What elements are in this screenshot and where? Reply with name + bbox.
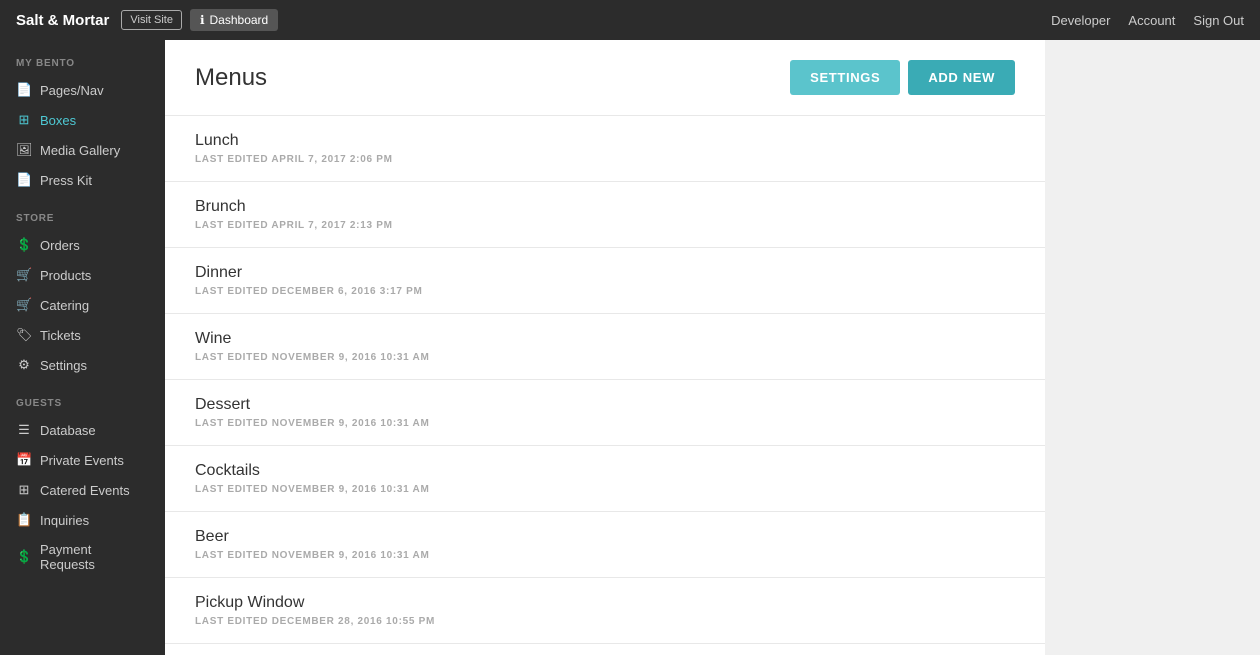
settings-icon: ⚙ [16,357,32,373]
section-label-my-bento: MY BENTO [0,40,165,75]
section-label-guests: GUESTS [0,380,165,415]
sidebar-label-boxes: Boxes [40,113,76,128]
menu-item[interactable]: Dinner LAST EDITED DECEMBER 6, 2016 3:17… [165,248,1045,314]
menu-item-date: LAST EDITED DECEMBER 6, 2016 3:17 PM [195,286,1015,297]
menu-item-name: Pickup Window [195,594,1015,612]
payment-requests-icon: 💲 [16,549,32,565]
sidebar-item-private-events[interactable]: 📅 Private Events [0,445,165,475]
private-events-icon: 📅 [16,452,32,468]
inquiries-icon: 📋 [16,512,32,528]
sidebar-label-catering: Catering [40,298,89,313]
page-icon: 📄 [16,82,32,98]
menu-item-name: Wine [195,330,1015,348]
boxes-icon: ⊞ [16,112,32,128]
sidebar-item-settings[interactable]: ⚙ Settings [0,350,165,380]
top-nav: Salt & Mortar Visit Site ℹ Dashboard Dev… [0,0,1260,40]
menu-item-name: Dinner [195,264,1015,282]
section-label-store: STORE [0,195,165,230]
sidebar-label-press-kit: Press Kit [40,173,92,188]
sidebar-item-catering[interactable]: 🛒 Catering [0,290,165,320]
sidebar-label-settings: Settings [40,358,87,373]
catering-icon: 🛒 [16,297,32,313]
add-new-button[interactable]: ADD NEW [908,60,1015,95]
brand-name: Salt & Mortar [16,12,109,29]
menu-item-date: LAST EDITED NOVEMBER 9, 2016 10:31 AM [195,550,1015,561]
menu-item-date: LAST EDITED APRIL 7, 2017 2:06 PM [195,154,1015,165]
menu-item-name: Cocktails [195,462,1015,480]
database-icon: ☰ [16,422,32,438]
menu-list: Lunch LAST EDITED APRIL 7, 2017 2:06 PM … [165,116,1045,655]
sidebar-label-orders: Orders [40,238,80,253]
sidebar: MY BENTO 📄 Pages/Nav ⊞ Boxes 🖼 Media Gal… [0,40,165,655]
menu-item[interactable]: Brunch LAST EDITED APRIL 7, 2017 2:13 PM [165,182,1045,248]
menu-item-name: Brunch [195,198,1015,216]
settings-button[interactable]: SETTINGS [790,60,900,95]
page-title: Menus [195,64,790,92]
products-icon: 🛒 [16,267,32,283]
content-area: Menus SETTINGS ADD NEW Lunch LAST EDITED… [165,40,1045,655]
media-icon: 🖼 [16,142,32,158]
right-panel [1045,40,1260,655]
sidebar-item-media-gallery[interactable]: 🖼 Media Gallery [0,135,165,165]
sign-out-link[interactable]: Sign Out [1193,13,1244,28]
dashboard-icon: ℹ [200,13,205,27]
menu-item[interactable]: Lunch LAST EDITED APRIL 7, 2017 2:06 PM [165,116,1045,182]
sidebar-item-payment-requests[interactable]: 💲 Payment Requests [0,535,165,579]
menu-item-date: LAST EDITED NOVEMBER 9, 2016 10:31 AM [195,418,1015,429]
menu-item[interactable]: Wine LAST EDITED NOVEMBER 9, 2016 10:31 … [165,314,1045,380]
content-header: Menus SETTINGS ADD NEW [165,40,1045,116]
menu-item-date: LAST EDITED NOVEMBER 9, 2016 10:31 AM [195,484,1015,495]
sidebar-label-payment-requests: Payment Requests [40,542,149,572]
menu-item[interactable]: Pickup Window LAST EDITED DECEMBER 28, 2… [165,578,1045,644]
sidebar-label-inquiries: Inquiries [40,513,89,528]
menu-item-name: Lunch [195,132,1015,150]
sidebar-item-pages-nav[interactable]: 📄 Pages/Nav [0,75,165,105]
sidebar-item-orders[interactable]: 💲 Orders [0,230,165,260]
sidebar-item-press-kit[interactable]: 📄 Press Kit [0,165,165,195]
menu-item-name: Dessert [195,396,1015,414]
menu-item-date: LAST EDITED DECEMBER 28, 2016 10:55 PM [195,616,1015,627]
developer-link[interactable]: Developer [1051,13,1110,28]
account-link[interactable]: Account [1128,13,1175,28]
sidebar-item-database[interactable]: ☰ Database [0,415,165,445]
menu-item-name: Beer [195,528,1015,546]
sidebar-label-database: Database [40,423,96,438]
orders-icon: 💲 [16,237,32,253]
main-layout: MY BENTO 📄 Pages/Nav ⊞ Boxes 🖼 Media Gal… [0,40,1260,655]
press-icon: 📄 [16,172,32,188]
sidebar-label-tickets: Tickets [40,328,81,343]
sidebar-label-pages-nav: Pages/Nav [40,83,104,98]
sidebar-label-media-gallery: Media Gallery [40,143,120,158]
sidebar-label-private-events: Private Events [40,453,124,468]
top-nav-right: Developer Account Sign Out [1051,13,1244,28]
menu-item[interactable]: Cocktails LAST EDITED NOVEMBER 9, 2016 1… [165,446,1045,512]
menu-item[interactable]: Dessert LAST EDITED NOVEMBER 9, 2016 10:… [165,380,1045,446]
visit-site-button[interactable]: Visit Site [121,10,182,30]
sidebar-item-boxes[interactable]: ⊞ Boxes [0,105,165,135]
tickets-icon: 🏷 [16,327,32,343]
sidebar-item-catered-events[interactable]: ⊞ Catered Events [0,475,165,505]
dashboard-label: Dashboard [210,13,269,27]
sidebar-label-products: Products [40,268,91,283]
sidebar-item-products[interactable]: 🛒 Products [0,260,165,290]
catered-events-icon: ⊞ [16,482,32,498]
sidebar-item-inquiries[interactable]: 📋 Inquiries [0,505,165,535]
sidebar-label-catered-events: Catered Events [40,483,130,498]
dashboard-button[interactable]: ℹ Dashboard [190,9,278,31]
menu-item-date: LAST EDITED NOVEMBER 9, 2016 10:31 AM [195,352,1015,363]
menu-item[interactable]: Beer LAST EDITED NOVEMBER 9, 2016 10:31 … [165,512,1045,578]
menu-item-date: LAST EDITED APRIL 7, 2017 2:13 PM [195,220,1015,231]
sidebar-item-tickets[interactable]: 🏷 Tickets [0,320,165,350]
